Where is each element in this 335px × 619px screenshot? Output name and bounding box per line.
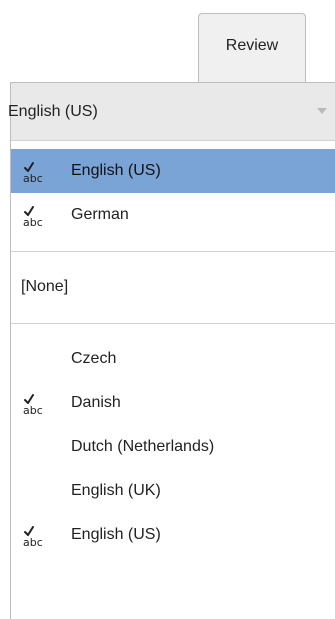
chevron-down-icon[interactable] [317, 108, 327, 114]
language-item-english-us[interactable]: abc English (US) [11, 513, 335, 557]
language-panel: English (US) abc English (US) abc German [8, 82, 335, 619]
language-item-none[interactable]: [None] [11, 265, 335, 309]
svg-text:abc: abc [23, 404, 43, 416]
language-item-danish[interactable]: abc Danish [11, 381, 335, 425]
spellcheck-icon: abc [23, 394, 43, 416]
language-item-czech[interactable]: Czech [11, 337, 335, 381]
language-label: Dutch (Netherlands) [71, 438, 215, 455]
language-item-english-us-recent[interactable]: abc English (US) [11, 149, 335, 193]
language-label: Danish [71, 394, 121, 411]
language-label: English (US) [71, 162, 161, 179]
divider [11, 251, 335, 252]
language-label: Czech [71, 350, 117, 367]
spellcheck-icon: abc [23, 206, 43, 228]
language-menu-screen: Review English (US) abc English (US) abc [0, 0, 335, 619]
language-item-dutch-netherlands[interactable]: Dutch (Netherlands) [11, 425, 335, 469]
divider [11, 323, 335, 324]
tab-review[interactable]: Review [198, 13, 306, 83]
language-label: English (US) [71, 526, 161, 543]
spellcheck-icon: abc [23, 526, 43, 548]
spellcheck-icon: abc [23, 162, 43, 184]
svg-text:abc: abc [23, 536, 43, 548]
language-select-value: English (US) [8, 102, 98, 120]
language-item-german[interactable]: abc German [11, 193, 335, 237]
svg-text:abc: abc [23, 172, 43, 184]
language-label: [None] [21, 278, 69, 295]
tab-review-label: Review [225, 37, 279, 54]
language-label: English (UK) [71, 482, 161, 499]
language-item-english-uk[interactable]: English (UK) [11, 469, 335, 513]
language-select[interactable]: English (US) [8, 83, 335, 141]
language-label: German [71, 206, 129, 223]
svg-text:abc: abc [23, 216, 43, 228]
